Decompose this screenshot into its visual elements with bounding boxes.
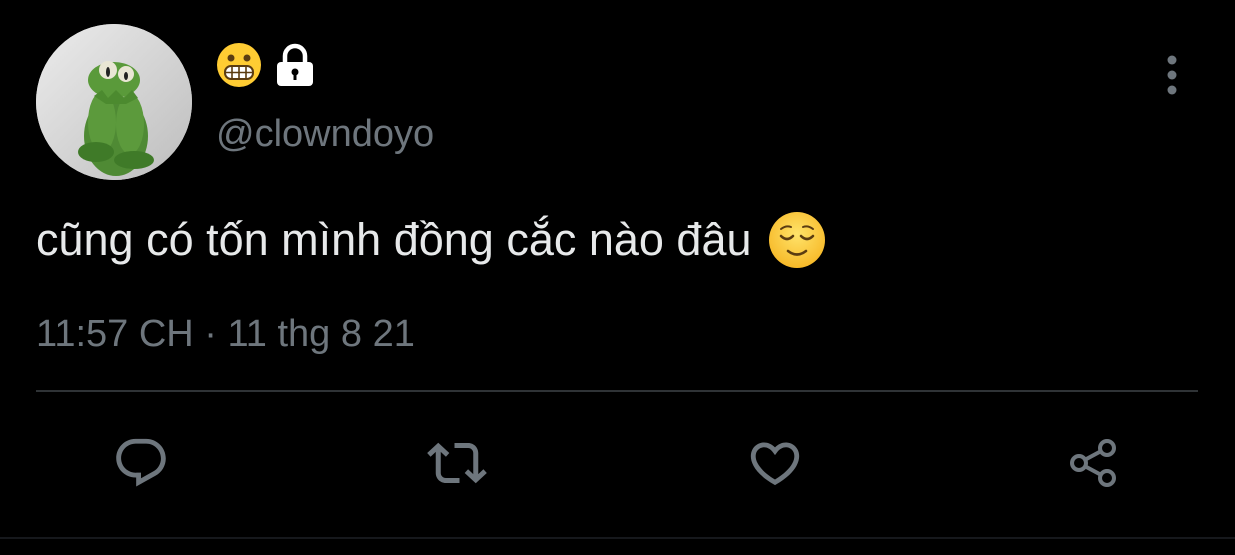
reply-button[interactable]	[106, 428, 176, 498]
heart-icon	[750, 442, 800, 486]
bottom-divider	[0, 537, 1235, 539]
reply-icon	[116, 438, 166, 487]
more-vertical-icon	[1167, 55, 1177, 95]
avatar[interactable]	[36, 24, 192, 180]
divider	[36, 390, 1198, 392]
like-button[interactable]	[740, 428, 810, 498]
lock-icon	[277, 43, 313, 86]
user-handle[interactable]: @clowndoyo	[216, 110, 434, 158]
grimacing-face-icon	[217, 43, 261, 87]
retweet-button[interactable]	[422, 428, 492, 498]
share-icon	[1070, 439, 1116, 487]
share-button[interactable]	[1058, 428, 1128, 498]
retweet-icon	[427, 442, 487, 484]
relieved-face-icon	[768, 212, 825, 268]
tweet-timestamp[interactable]: 11:57 CH · 11 thg 8 21	[36, 306, 415, 362]
tweet-body: cũng có tốn mình đồng cắc nào đâu	[36, 214, 752, 265]
display-name[interactable]	[216, 42, 316, 88]
tweet-text: cũng có tốn mình đồng cắc nào đâu	[36, 208, 826, 272]
kermit-avatar	[36, 24, 192, 180]
more-options-button[interactable]	[1152, 52, 1192, 98]
